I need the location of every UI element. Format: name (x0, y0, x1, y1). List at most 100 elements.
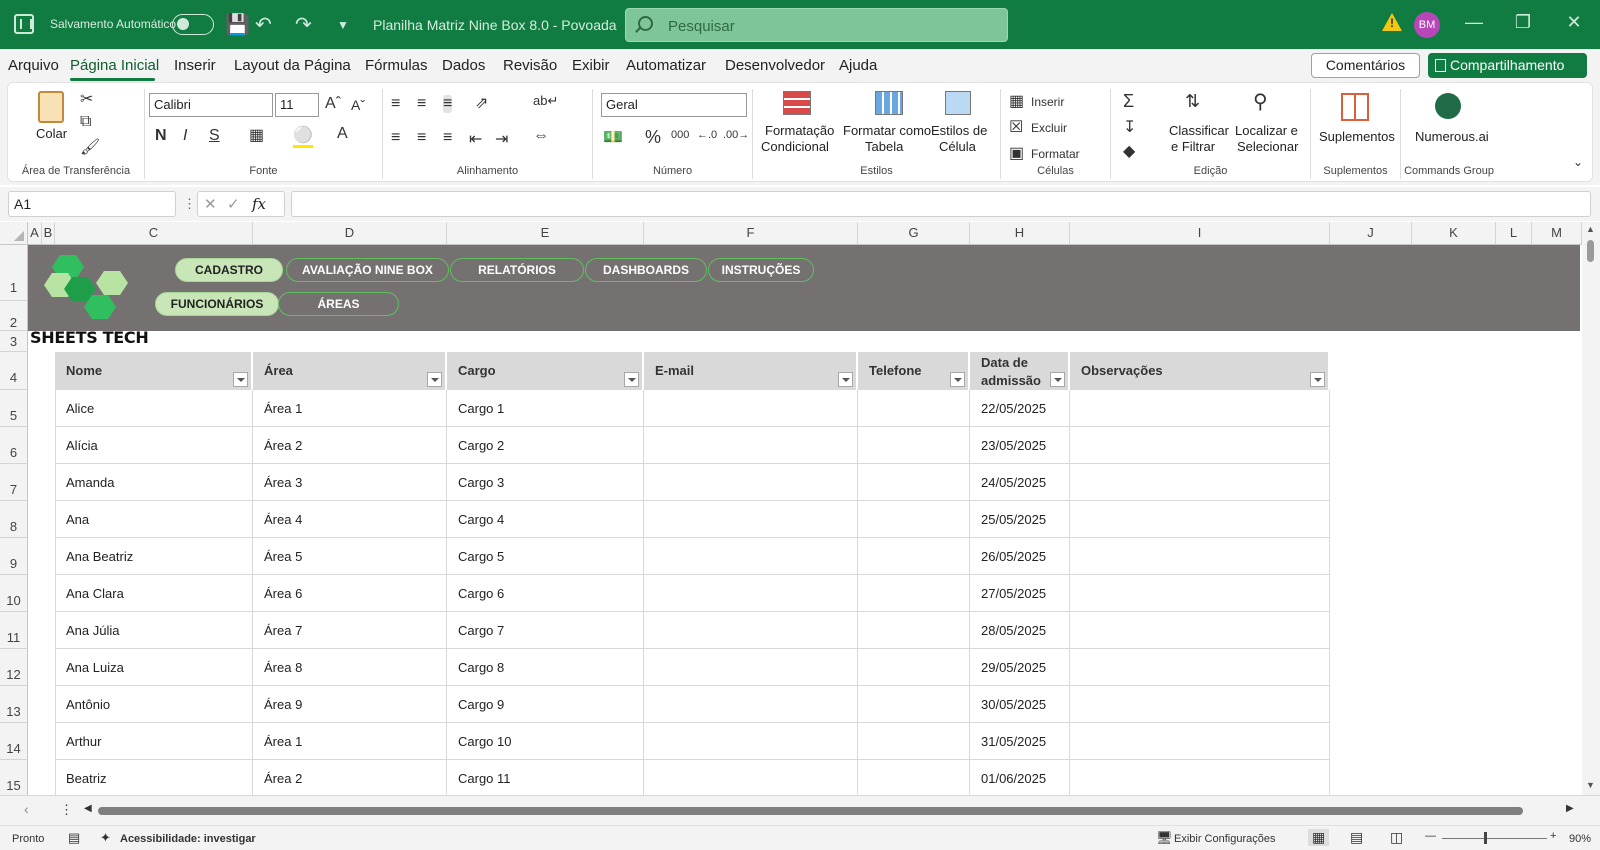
nav-avaliacao-nine-box[interactable]: AVALIAÇÃO NINE BOX (286, 258, 449, 282)
row-header-6[interactable]: 6 (0, 427, 28, 464)
bold-icon[interactable]: N (155, 127, 167, 145)
filter-cargo-icon[interactable] (624, 372, 639, 387)
menu-view[interactable]: Exibir (572, 57, 610, 74)
menu-developer[interactable]: Desenvolvedor (725, 57, 825, 74)
column-header-a[interactable]: A (28, 222, 42, 245)
prev-sheet-icon[interactable]: ‹ (24, 801, 29, 817)
close-icon[interactable]: ✕ (1559, 12, 1589, 33)
numerous-ai-label[interactable]: Numerous.ai (1415, 129, 1489, 144)
cell-area[interactable]: Área 2 (253, 427, 447, 464)
cell-area[interactable]: Área 7 (253, 612, 447, 649)
cell-observacoes[interactable] (1070, 575, 1330, 612)
cell-area[interactable]: Área 8 (253, 649, 447, 686)
cell-telefone[interactable] (858, 501, 970, 538)
menu-data[interactable]: Dados (442, 57, 485, 74)
column-header-g[interactable]: G (858, 222, 970, 245)
cell-observacoes[interactable] (1070, 427, 1330, 464)
formula-input[interactable] (291, 191, 1591, 217)
column-header-e[interactable]: E (447, 222, 644, 245)
find-select-icon[interactable]: ⚲ (1253, 89, 1268, 114)
sheet-options-icon[interactable]: ⋮ (60, 802, 73, 818)
format-as-table-line1[interactable]: Formatar como (843, 123, 931, 138)
numerous-ai-icon[interactable] (1435, 93, 1461, 119)
cell-observacoes[interactable] (1070, 649, 1330, 686)
undo-icon[interactable]: ↶ (255, 12, 272, 37)
warning-icon[interactable] (1382, 13, 1402, 31)
cell-cargo[interactable]: Cargo 9 (447, 686, 644, 723)
cell-cargo[interactable]: Cargo 1 (447, 390, 644, 427)
cell-data-admissao[interactable]: 30/05/2025 (970, 686, 1070, 723)
delete-cells-label[interactable]: Excluir (1031, 121, 1067, 135)
row-header-3[interactable]: 3 (0, 331, 28, 352)
save-icon[interactable]: 💾 (225, 12, 250, 37)
cell-observacoes[interactable] (1070, 686, 1330, 723)
cell-area[interactable]: Área 3 (253, 464, 447, 501)
normal-view-icon[interactable]: ▦ (1308, 829, 1330, 846)
cell-cargo[interactable]: Cargo 3 (447, 464, 644, 501)
cell-styles-line1[interactable]: Estilos de (931, 123, 987, 138)
macro-recording-icon[interactable]: ▤ (68, 830, 80, 846)
cell-cargo[interactable]: Cargo 11 (447, 760, 644, 795)
user-avatar[interactable]: BM (1414, 12, 1440, 38)
document-title[interactable]: Planilha Matriz Nine Box 8.0 - Povoada (373, 17, 617, 33)
cell-area[interactable]: Área 1 (253, 390, 447, 427)
cell-area[interactable]: Área 2 (253, 760, 447, 795)
cut-icon[interactable]: ✂ (80, 89, 93, 109)
increase-decimal-icon[interactable]: ←.0 (697, 129, 717, 141)
copy-icon[interactable]: ⧉ (80, 113, 91, 131)
display-settings-label[interactable]: Exibir Configurações (1174, 833, 1276, 845)
cell-cargo[interactable]: Cargo 7 (447, 612, 644, 649)
cell-telefone[interactable] (858, 686, 970, 723)
cell-nome[interactable]: Amanda (55, 464, 253, 501)
column-header-d[interactable]: D (253, 222, 447, 245)
menu-home[interactable]: Página Inicial (70, 57, 159, 74)
menu-review[interactable]: Revisão (503, 57, 557, 74)
percent-icon[interactable]: % (645, 127, 661, 148)
format-cells-label[interactable]: Formatar (1031, 147, 1080, 161)
cell-nome[interactable]: Ana Beatriz (55, 538, 253, 575)
nav-areas[interactable]: ÁREAS (278, 292, 399, 316)
cell-telefone[interactable] (858, 723, 970, 760)
cell-observacoes[interactable] (1070, 760, 1330, 795)
sort-filter-line1[interactable]: Classificar (1169, 123, 1229, 138)
sort-filter-icon[interactable]: ⇅ (1185, 91, 1200, 112)
cell-data-admissao[interactable]: 25/05/2025 (970, 501, 1070, 538)
underline-icon[interactable]: S (209, 127, 220, 145)
menu-insert[interactable]: Inserir (174, 57, 216, 74)
cell-email[interactable] (644, 760, 858, 795)
menu-file[interactable]: Arquivo (8, 57, 59, 74)
addins-icon[interactable] (1341, 93, 1369, 121)
cell-telefone[interactable] (858, 575, 970, 612)
fill-icon[interactable]: ↧ (1123, 117, 1136, 137)
comments-button[interactable]: Comentários (1311, 53, 1420, 78)
cell-telefone[interactable] (858, 390, 970, 427)
cell-cargo[interactable]: Cargo 10 (447, 723, 644, 760)
cell-area[interactable]: Área 4 (253, 501, 447, 538)
increase-indent-icon[interactable]: ⇥ (495, 129, 508, 149)
filter-nome-icon[interactable] (233, 372, 248, 387)
cell-telefone[interactable] (858, 612, 970, 649)
horizontal-scroll-thumb[interactable] (98, 807, 1523, 815)
cell-area[interactable]: Área 6 (253, 575, 447, 612)
cell-data-admissao[interactable]: 28/05/2025 (970, 612, 1070, 649)
cell-nome[interactable]: Antônio (55, 686, 253, 723)
format-as-table-line2[interactable]: Tabela (865, 139, 903, 154)
align-left-icon[interactable]: ≡ (391, 129, 400, 147)
zoom-out-icon[interactable]: — (1425, 830, 1436, 842)
column-header-k[interactable]: K (1412, 222, 1496, 245)
minimize-icon[interactable]: — (1459, 12, 1489, 33)
row-header-2[interactable]: 2 (0, 301, 28, 331)
comma-style-icon[interactable]: 000 (671, 129, 689, 141)
menu-formulas[interactable]: Fórmulas (365, 57, 428, 74)
nav-relatorios[interactable]: RELATÓRIOS (450, 258, 584, 282)
cell-nome[interactable]: Arthur (55, 723, 253, 760)
cell-data-admissao[interactable]: 26/05/2025 (970, 538, 1070, 575)
find-select-line1[interactable]: Localizar e (1235, 123, 1298, 138)
share-button[interactable]: Compartilhamento (1428, 53, 1587, 78)
cell-styles-icon[interactable] (945, 91, 971, 115)
search-input[interactable] (668, 15, 968, 37)
cell-telefone[interactable] (858, 538, 970, 575)
clear-icon[interactable]: ◆ (1123, 141, 1135, 161)
filter-observacoes-icon[interactable] (1310, 372, 1325, 387)
filter-telefone-icon[interactable] (950, 372, 965, 387)
